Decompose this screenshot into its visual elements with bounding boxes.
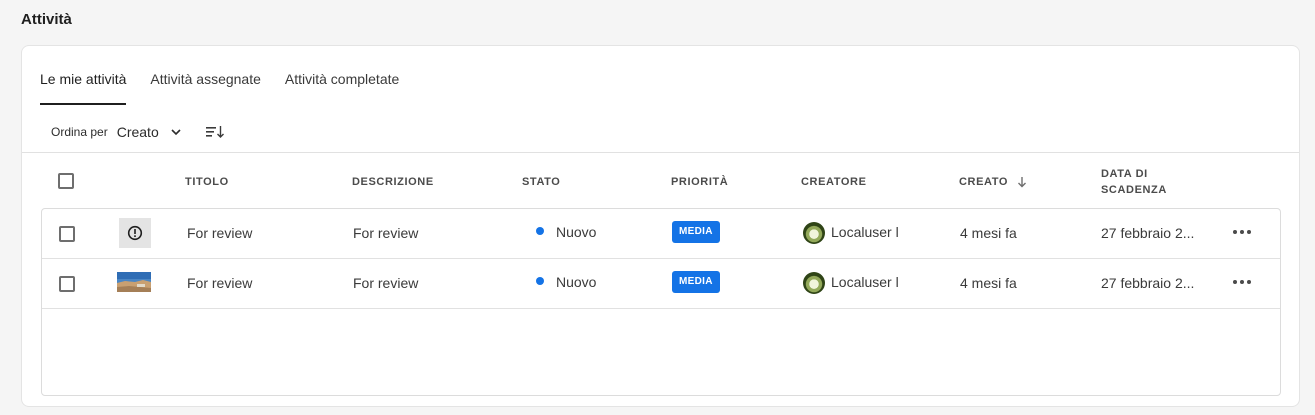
column-due-date[interactable]: DATA DI SCADENZA — [1101, 166, 1167, 198]
table-header: TITOLO DESCRIZIONE STATO PRIORITÀ CREATO… — [22, 153, 1299, 208]
sort-label: Ordina per — [51, 125, 108, 139]
column-due-date-line2: SCADENZA — [1101, 184, 1167, 196]
more-actions-icon[interactable] — [1233, 280, 1251, 286]
sort-bar: Ordina per Creato — [51, 124, 225, 140]
row-status: Nuovo — [556, 224, 597, 240]
more-actions-icon[interactable] — [1233, 230, 1251, 236]
avatar — [803, 272, 825, 294]
sort-direction-icon[interactable] — [205, 124, 225, 140]
sort-picker[interactable]: Creato — [117, 124, 182, 140]
landscape-image — [117, 272, 151, 292]
row-status: Nuovo — [556, 274, 597, 290]
tab-my-tasks[interactable]: Le mie attività — [40, 71, 127, 105]
arrow-down-icon — [1018, 177, 1027, 188]
column-created-label: CREATO — [959, 176, 1009, 188]
column-title[interactable]: TITOLO — [185, 174, 229, 190]
row-description: For review — [353, 275, 419, 291]
table-row[interactable]: For review For review Nuovo MEDIA Localu… — [42, 209, 1280, 259]
page-title: Attività — [21, 11, 72, 28]
row-checkbox[interactable] — [59, 226, 75, 242]
row-title[interactable]: For review — [187, 275, 252, 291]
row-title[interactable]: For review — [187, 225, 252, 241]
alert-icon — [119, 218, 151, 248]
row-created: 4 mesi fa — [960, 275, 1017, 291]
column-creator[interactable]: CREATORE — [801, 174, 867, 190]
row-creator: Localuser l — [831, 274, 899, 290]
select-all-checkbox[interactable] — [58, 173, 74, 189]
chevron-down-icon — [171, 129, 181, 136]
row-due-date: 27 febbraio 2... — [1101, 225, 1195, 241]
tab-list: Le mie attività Attività assegnate Attiv… — [40, 71, 423, 105]
tab-assigned-tasks[interactable]: Attività assegnate — [150, 71, 261, 105]
column-due-date-line1: DATA DI — [1101, 168, 1148, 180]
row-due-date: 27 febbraio 2... — [1101, 275, 1195, 291]
row-description: For review — [353, 225, 419, 241]
tasks-card: Le mie attività Attività assegnate Attiv… — [21, 45, 1300, 407]
table-row[interactable]: For review For review Nuovo MEDIA Localu… — [42, 259, 1280, 309]
column-created[interactable]: CREATO — [959, 174, 1027, 190]
row-creator: Localuser l — [831, 224, 899, 240]
status-dot — [536, 227, 544, 235]
tab-completed-tasks[interactable]: Attività completate — [285, 71, 399, 105]
column-status[interactable]: STATO — [522, 174, 560, 190]
table-body: For review For review Nuovo MEDIA Localu… — [41, 208, 1281, 396]
column-priority[interactable]: PRIORITÀ — [671, 174, 728, 190]
priority-badge: MEDIA — [672, 271, 720, 293]
column-description[interactable]: DESCRIZIONE — [352, 174, 434, 190]
row-created: 4 mesi fa — [960, 225, 1017, 241]
avatar — [803, 222, 825, 244]
sort-value: Creato — [116, 124, 159, 140]
status-dot — [536, 277, 544, 285]
priority-badge: MEDIA — [672, 221, 720, 243]
row-checkbox[interactable] — [59, 276, 75, 292]
